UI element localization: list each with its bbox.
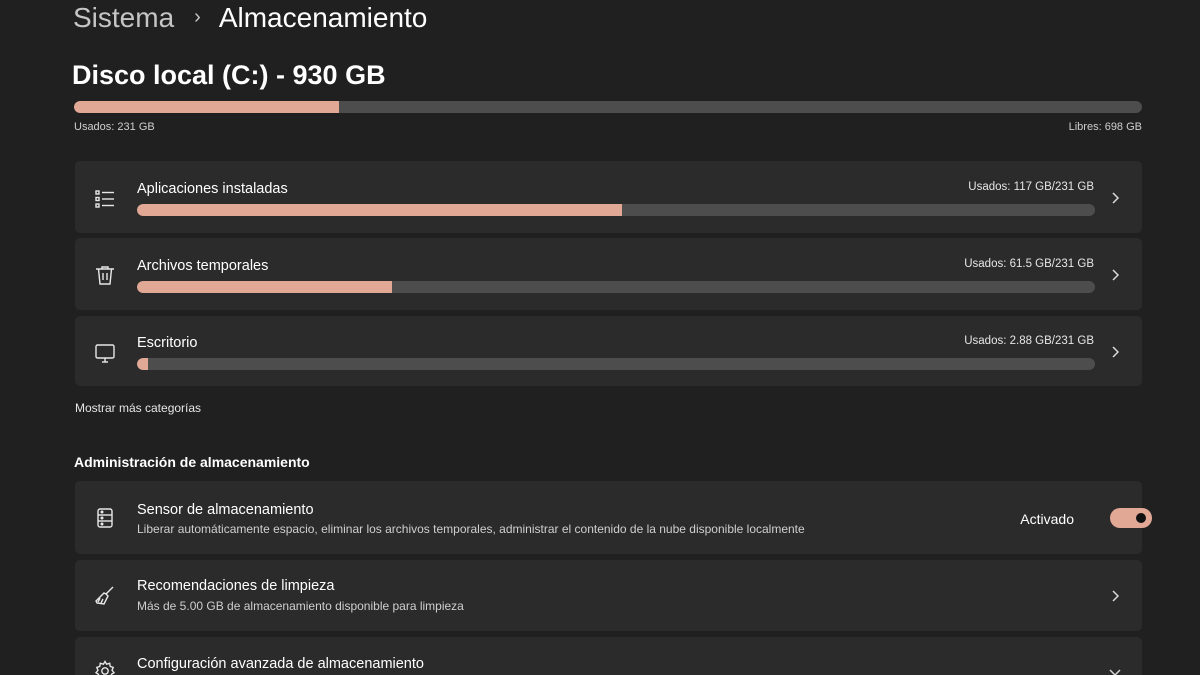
category-usage-bar	[137, 281, 1095, 293]
disk-usage-fill	[74, 101, 339, 113]
chevron-right-icon	[1108, 268, 1122, 282]
category-label: Aplicaciones instaladas	[137, 181, 288, 197]
category-usage: Usados: 2.88 GB/231 GB	[964, 335, 1094, 347]
category-desktop[interactable]: Escritorio Usados: 2.88 GB/231 GB	[75, 316, 1142, 386]
category-usage-fill	[137, 358, 149, 370]
trash-icon	[93, 263, 117, 287]
show-more-categories-link[interactable]: Mostrar más categorías	[75, 401, 201, 415]
breadcrumb: Sistema › Almacenamiento	[73, 0, 427, 36]
section-title-storage-management: Administración de almacenamiento	[74, 454, 310, 470]
storage-drive-icon	[93, 506, 117, 530]
cleanup-recommendations-title: Recomendaciones de limpieza	[137, 578, 335, 594]
storage-sense-status: Activado	[1020, 511, 1074, 527]
storage-sense-row[interactable]: Sensor de almacenamiento Liberar automát…	[75, 481, 1142, 554]
category-label: Escritorio	[137, 335, 198, 351]
breadcrumb-parent-sistema[interactable]: Sistema	[73, 2, 174, 34]
category-usage-fill	[137, 204, 622, 216]
gear-icon	[93, 659, 117, 675]
storage-sense-description: Liberar automáticamente espacio, elimina…	[137, 522, 805, 536]
chevron-right-icon	[1108, 589, 1122, 603]
category-usage: Usados: 117 GB/231 GB	[968, 181, 1094, 193]
category-usage-fill	[137, 281, 392, 293]
toggle-knob	[1136, 513, 1146, 523]
disk-usage-bar	[74, 101, 1142, 113]
storage-sense-title: Sensor de almacenamiento	[137, 502, 314, 518]
page-title: Almacenamiento	[218, 2, 428, 33]
storage-sense-toggle[interactable]	[1110, 508, 1152, 528]
advanced-storage-settings-title: Configuración avanzada de almacenamiento	[137, 656, 424, 672]
category-label: Archivos temporales	[137, 258, 269, 274]
disk-used-label: Usados: 231 GB	[74, 121, 155, 133]
chevron-right-icon	[1108, 191, 1122, 205]
chevron-right-icon	[1108, 345, 1122, 359]
chevron-down-icon	[1108, 665, 1122, 675]
advanced-storage-settings-row[interactable]: Configuración avanzada de almacenamiento	[75, 637, 1142, 675]
category-usage-bar	[137, 204, 1095, 216]
category-temp-files[interactable]: Archivos temporales Usados: 61.5 GB/231 …	[75, 238, 1142, 310]
monitor-icon	[93, 341, 117, 365]
category-usage-bar	[137, 358, 1095, 370]
disk-title: Disco local (C:) - 930 GB	[72, 60, 386, 90]
disk-free-label: Libres: 698 GB	[1068, 121, 1142, 133]
list-icon	[93, 187, 117, 211]
category-installed-apps[interactable]: Aplicaciones instaladas Usados: 117 GB/2…	[75, 161, 1142, 233]
broom-icon	[93, 584, 117, 608]
cleanup-recommendations-description: Más de 5.00 GB de almacenamiento disponi…	[137, 599, 464, 613]
category-usage: Usados: 61.5 GB/231 GB	[964, 258, 1094, 270]
cleanup-recommendations-row[interactable]: Recomendaciones de limpieza Más de 5.00 …	[75, 560, 1142, 631]
breadcrumb-separator-icon: ›	[194, 5, 201, 28]
